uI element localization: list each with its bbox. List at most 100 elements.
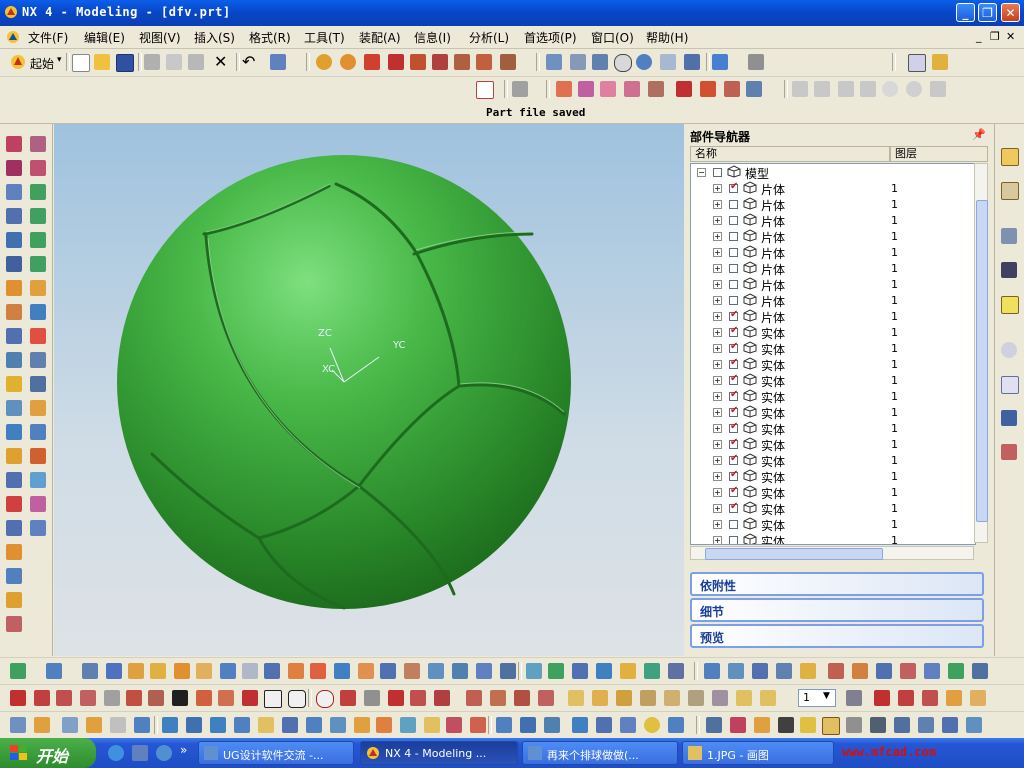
snap-intersection-icon[interactable] [946, 690, 962, 706]
groove-bottom-icon[interactable] [334, 663, 350, 679]
tree-row[interactable]: +实体1 [691, 388, 975, 405]
menu-view[interactable]: 视图(V) [139, 29, 181, 46]
tree-row[interactable]: +片体1 [691, 260, 975, 277]
shading-icon[interactable] [748, 54, 764, 70]
undo-icon[interactable]: ↶ [242, 52, 255, 71]
expand-icon[interactable]: + [713, 536, 722, 544]
bridge-curve-icon[interactable] [434, 690, 450, 706]
chamfer-bottom-icon[interactable] [572, 663, 588, 679]
assembly-navigator-icon[interactable] [1001, 148, 1019, 166]
visibility-checkbox[interactable] [729, 437, 738, 449]
visibility-checkbox[interactable] [729, 325, 738, 337]
shell-bottom-icon[interactable] [596, 663, 612, 679]
measure-distance-icon[interactable] [316, 54, 332, 70]
spline-icon[interactable] [410, 54, 426, 70]
delete-face-icon[interactable] [972, 663, 988, 679]
text-icon[interactable] [172, 690, 188, 706]
expand-icon[interactable]: + [713, 184, 722, 193]
visibility-checkbox[interactable] [729, 421, 738, 433]
thicken-icon[interactable] [6, 520, 22, 536]
datum-point-icon[interactable] [860, 81, 876, 97]
tree-horizontal-scrollbar[interactable] [690, 546, 974, 560]
expand-icon[interactable]: + [713, 408, 722, 417]
expand-icon[interactable]: + [713, 216, 722, 225]
slot-icon[interactable] [6, 280, 22, 296]
curve-options-bottom-icon[interactable] [760, 690, 776, 706]
rotate-icon[interactable] [636, 54, 652, 70]
curve-length-icon[interactable] [688, 690, 704, 706]
subtract-icon[interactable] [30, 304, 46, 320]
reorder-feature-icon[interactable] [648, 81, 664, 97]
expand-icon[interactable]: + [713, 472, 722, 481]
revolve-bottom-icon[interactable] [150, 663, 166, 679]
expand-icon[interactable]: + [713, 376, 722, 385]
snap-mid-point-icon[interactable] [898, 690, 914, 706]
trim-bottom-icon[interactable] [452, 663, 468, 679]
expand-icon[interactable]: + [713, 504, 722, 513]
offset-curve-bottom-icon[interactable] [410, 690, 426, 706]
task-volleyball-post[interactable]: 再来个排球做做(... [522, 741, 678, 765]
transform-icon[interactable] [746, 81, 762, 97]
quicklaunch-more-icon[interactable]: » [180, 743, 187, 757]
tree-row[interactable]: +实体1 [691, 356, 975, 373]
tube-icon[interactable] [30, 160, 46, 176]
unblank-icon[interactable] [966, 717, 982, 733]
intersect-curve-icon[interactable] [340, 690, 356, 706]
fillet-curve-icon[interactable] [432, 54, 448, 70]
visibility-checkbox[interactable] [729, 520, 738, 529]
soft-blend-icon[interactable] [544, 717, 560, 733]
tube-bottom-icon[interactable] [196, 663, 212, 679]
intersect-icon[interactable] [6, 328, 22, 344]
combined-projection-icon[interactable] [490, 690, 506, 706]
split-body-icon[interactable] [30, 400, 46, 416]
tree-row[interactable]: +实体1 [691, 468, 975, 485]
process-studio-icon[interactable] [1001, 410, 1017, 426]
change-edge-icon[interactable] [800, 717, 816, 733]
tree-row[interactable]: +实体1 [691, 452, 975, 469]
sweep-bottom-icon[interactable] [174, 663, 190, 679]
through-curve-mesh-icon[interactable] [110, 717, 126, 733]
visibility-checkbox[interactable] [729, 309, 738, 321]
column-header-layer[interactable]: 图层 [890, 146, 988, 162]
copy-icon[interactable] [166, 54, 182, 70]
draft-bottom-icon[interactable] [852, 663, 868, 679]
styled-blend-icon[interactable] [572, 717, 588, 733]
helix-icon[interactable] [838, 81, 854, 97]
selection-filter-icon[interactable] [512, 81, 528, 97]
show-desktop-icon[interactable] [132, 745, 148, 761]
draft-icon[interactable] [30, 376, 46, 392]
menu-preferences[interactable]: 首选项(P) [524, 29, 577, 46]
datum-csys-icon[interactable] [106, 663, 122, 679]
menu-analysis[interactable]: 分析(L) [469, 29, 509, 46]
point-icon[interactable] [388, 54, 404, 70]
sweep-icon[interactable] [6, 160, 22, 176]
wrap-geometry-icon[interactable] [800, 663, 816, 679]
emboss-icon[interactable] [30, 496, 46, 512]
panel-details[interactable]: 细节 [690, 598, 984, 622]
expand-icon[interactable]: + [713, 280, 722, 289]
expand-icon[interactable]: + [713, 200, 722, 209]
roles-icon[interactable] [1001, 444, 1017, 460]
tree-row[interactable]: +片体1 [691, 308, 975, 325]
through-curves-bottom-icon[interactable] [86, 717, 102, 733]
divide-curve-icon[interactable] [592, 690, 608, 706]
emboss-bottom-icon[interactable] [380, 663, 396, 679]
bounded-plane-icon[interactable] [30, 520, 46, 536]
system-materials-icon[interactable] [1001, 376, 1019, 394]
law-extension-icon[interactable] [6, 616, 22, 632]
tree-row[interactable]: +片体1 [691, 276, 975, 293]
mirror-body-icon[interactable] [30, 448, 46, 464]
sew-surface-icon[interactable] [470, 717, 486, 733]
circle-icon[interactable] [882, 81, 898, 97]
visibility-checkbox[interactable] [729, 181, 738, 193]
model-tree[interactable]: −模型+片体1+片体1+片体1+片体1+片体1+片体1+片体1+片体1+片体1+… [690, 163, 976, 545]
helix-bottom-icon[interactable] [126, 690, 142, 706]
cross-point-icon[interactable] [930, 81, 946, 97]
panel-dependencies[interactable]: 依附性 [690, 572, 984, 596]
visibility-checkbox[interactable] [729, 485, 738, 497]
subtract-bottom-icon[interactable] [728, 663, 744, 679]
trim-body-icon[interactable] [6, 400, 22, 416]
task-paint[interactable]: 1.JPG - 画图 [682, 741, 834, 765]
pin-icon[interactable]: 📌 [972, 128, 986, 141]
extension-icon[interactable] [258, 717, 274, 733]
